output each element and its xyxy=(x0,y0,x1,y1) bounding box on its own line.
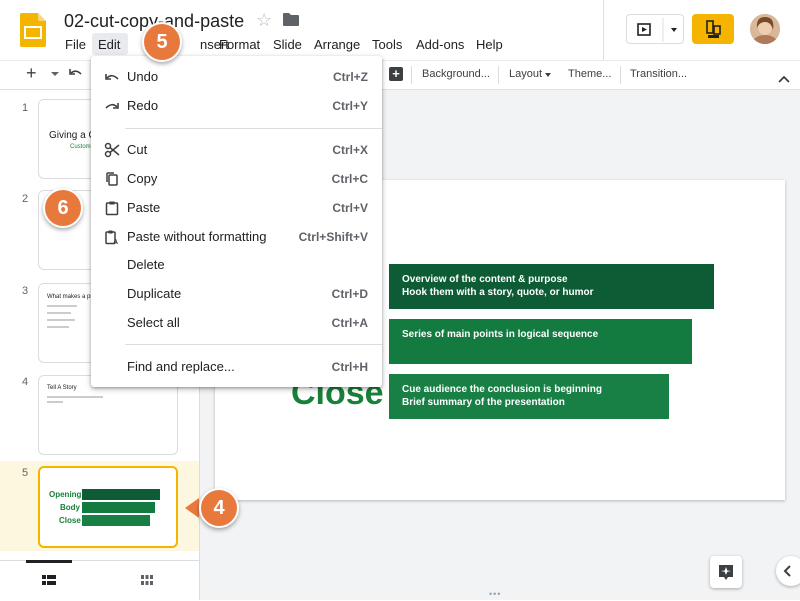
slide-thumbnail-5[interactable]: Opening Body Close xyxy=(38,466,178,548)
shortcut-paste-without-formatting: Ctrl+Shift+V xyxy=(298,230,368,244)
opening-bar[interactable]: Overview of the content & purpose Hook t… xyxy=(389,264,714,309)
slide-number: 4 xyxy=(22,376,29,388)
bar-text-line: Overview of the content & purpose xyxy=(402,274,568,285)
thumb-bar xyxy=(82,502,155,513)
layout-dropdown-icon[interactable] xyxy=(545,73,551,77)
shortcut-redo: Ctrl+Y xyxy=(332,99,368,113)
thumb-line xyxy=(47,401,63,403)
slide-number: 2 xyxy=(22,193,29,205)
thumb-bar xyxy=(82,489,160,500)
bar-text-line: Brief summary of the presentation xyxy=(402,397,565,408)
clipboard-icon xyxy=(104,200,120,216)
toolbar-divider xyxy=(498,66,499,84)
header-divider xyxy=(603,0,604,60)
grid-view-icon[interactable] xyxy=(141,572,153,590)
thumb-label-body: Body xyxy=(60,503,80,512)
slide-number: 1 xyxy=(22,102,29,114)
layout-button[interactable]: Layout xyxy=(509,68,542,80)
explore-button[interactable] xyxy=(710,556,742,588)
menu-item-delete[interactable]: Delete xyxy=(127,257,165,272)
undo-icon xyxy=(104,69,120,85)
menu-addons[interactable]: Add-ons xyxy=(416,36,464,53)
thumb-line xyxy=(47,396,103,398)
step-callout-4: 4 xyxy=(199,488,239,528)
toolbar-divider xyxy=(620,66,621,84)
star-icon[interactable]: ☆ xyxy=(256,10,272,31)
side-panel-toggle[interactable] xyxy=(776,556,800,586)
step-callout-6: 6 xyxy=(43,188,83,228)
bar-text-line: Cue audience the conclusion is beginning xyxy=(402,384,603,395)
shortcut-paste: Ctrl+V xyxy=(332,201,368,215)
callout-pointer xyxy=(185,498,199,518)
thumb-line xyxy=(47,305,77,307)
menu-item-copy[interactable]: Copy xyxy=(127,171,157,186)
menu-edit[interactable]: Edit xyxy=(98,36,120,53)
menu-file[interactable]: File xyxy=(65,36,86,53)
new-slide-dropdown-icon[interactable] xyxy=(51,72,59,76)
menu-help[interactable]: Help xyxy=(476,36,503,53)
bar-text-line: Series of main points in logical sequenc… xyxy=(402,329,599,340)
close-bar[interactable]: Cue audience the conclusion is beginning… xyxy=(389,374,669,419)
resize-handle[interactable]: ••• xyxy=(489,589,501,599)
svg-text:A: A xyxy=(113,239,118,245)
menu-tools[interactable]: Tools xyxy=(372,36,402,53)
menu-item-duplicate[interactable]: Duplicate xyxy=(127,286,181,301)
body-bar[interactable]: Series of main points in logical sequenc… xyxy=(389,319,692,364)
new-slide-icon[interactable]: + xyxy=(26,63,37,84)
shortcut-find-and-replace: Ctrl+H xyxy=(331,360,368,374)
present-button[interactable] xyxy=(626,14,684,44)
shortcut-select-all: Ctrl+A xyxy=(331,316,368,330)
menu-slide[interactable]: Slide xyxy=(273,36,302,53)
step-callout-5: 5 xyxy=(142,22,182,62)
toolbar-divider xyxy=(411,66,412,84)
slide-number: 5 xyxy=(22,467,29,479)
thumb-line xyxy=(47,319,75,321)
shortcut-copy: Ctrl+C xyxy=(331,172,368,186)
filmstrip-view-icon[interactable] xyxy=(42,572,56,590)
slides-logo-icon[interactable] xyxy=(20,13,46,47)
folder-icon[interactable] xyxy=(283,13,299,26)
theme-button[interactable]: Theme... xyxy=(568,68,611,80)
thumb-label-opening: Opening xyxy=(49,490,82,499)
slide-thumbnail-4[interactable]: Tell A Story xyxy=(38,375,178,455)
copy-icon xyxy=(104,171,120,187)
redo-icon xyxy=(104,98,120,114)
menu-item-undo[interactable]: Undo xyxy=(127,69,158,84)
thumb-line xyxy=(47,326,69,328)
collapse-toolbar-icon[interactable] xyxy=(778,70,790,88)
active-tab-indicator xyxy=(26,560,72,563)
background-button[interactable]: Background... xyxy=(422,68,490,80)
shortcut-undo: Ctrl+Z xyxy=(332,70,368,84)
undo-icon[interactable] xyxy=(68,67,84,86)
menu-item-paste[interactable]: Paste xyxy=(127,200,160,215)
thumb-bar xyxy=(82,515,150,526)
menu-item-paste-without-formatting[interactable]: Paste without formatting xyxy=(127,229,266,244)
menu-separator xyxy=(125,128,382,129)
menu-item-redo[interactable]: Redo xyxy=(127,98,158,113)
clipboard-text-icon: A xyxy=(104,229,120,246)
shortcut-duplicate: Ctrl+D xyxy=(331,287,368,301)
menu-item-find-and-replace[interactable]: Find and replace... xyxy=(127,359,235,374)
menu-separator xyxy=(125,344,382,345)
bar-text-line: Hook them with a story, quote, or humor xyxy=(402,287,594,298)
menu-arrange[interactable]: Arrange xyxy=(314,36,360,53)
avatar[interactable] xyxy=(750,14,780,44)
menu-item-select-all[interactable]: Select all xyxy=(127,315,180,330)
slide-number: 3 xyxy=(22,285,29,297)
add-comment-icon[interactable]: + xyxy=(389,67,403,81)
menu-format[interactable]: Format xyxy=(219,36,260,53)
transition-button[interactable]: Transition... xyxy=(630,68,687,80)
shortcut-cut: Ctrl+X xyxy=(332,143,368,157)
share-button[interactable] xyxy=(692,14,734,44)
thumb-label-close: Close xyxy=(59,516,81,525)
filmstrip-view-tabs xyxy=(0,560,199,601)
scissors-icon xyxy=(104,142,120,158)
thumb-title: Giving a G xyxy=(49,130,97,141)
menu-item-cut[interactable]: Cut xyxy=(127,142,147,157)
thumb-title: Tell A Story xyxy=(47,385,77,391)
thumb-line xyxy=(47,312,71,314)
